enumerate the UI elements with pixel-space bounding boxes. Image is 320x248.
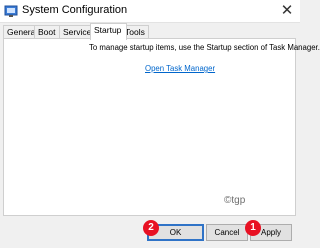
- step-marker-2: 2: [143, 220, 159, 236]
- window-title: System Configuration: [22, 4, 128, 16]
- startup-panel: To manage startup items, use the Startup…: [3, 38, 320, 216]
- cancel-button[interactable]: Cancel: [206, 224, 248, 241]
- title-bar: System Configuration ✕: [0, 0, 300, 23]
- startup-description: To manage startup items, use the Startup…: [89, 43, 320, 52]
- close-button[interactable]: ✕: [276, 2, 298, 20]
- tab-startup[interactable]: Startup: [90, 23, 127, 40]
- open-task-manager-link[interactable]: Open Task Manager: [145, 64, 215, 73]
- system-configuration-icon: [4, 4, 18, 18]
- watermark: ©tgp: [224, 195, 246, 206]
- step-marker-1: 1: [245, 220, 261, 236]
